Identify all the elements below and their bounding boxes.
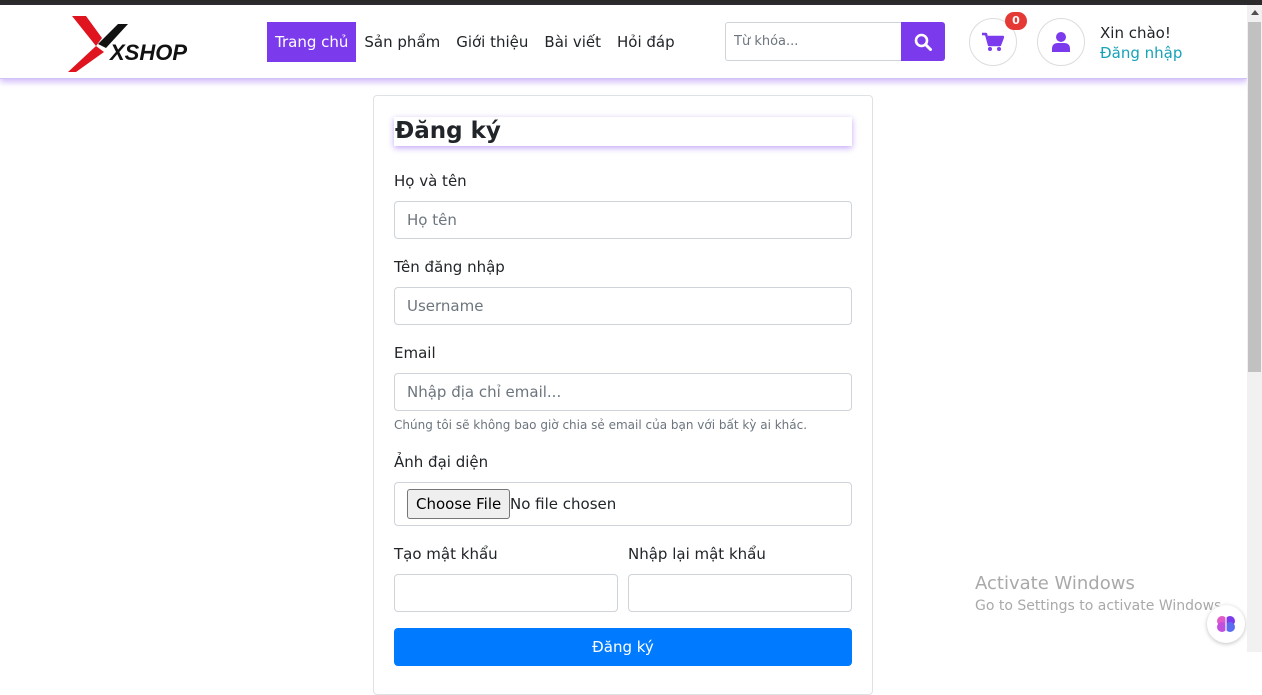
- email-label: Email: [394, 344, 436, 362]
- main-nav: Trang chủ Sản phẩm Giới thiệu Bài viết H…: [267, 22, 683, 62]
- choose-file-button[interactable]: Choose File: [407, 489, 511, 519]
- greeting-text: Xin chào!: [1100, 24, 1171, 42]
- logo-mark-icon: XSHOP: [68, 16, 187, 72]
- assistant-button[interactable]: [1207, 605, 1245, 643]
- scrollbar-thumb[interactable]: [1248, 22, 1261, 372]
- password-confirm-input[interactable]: [628, 574, 852, 612]
- password-input[interactable]: [394, 574, 618, 612]
- scrollbar[interactable]: [1247, 5, 1262, 652]
- search-button[interactable]: [901, 22, 945, 61]
- fullname-label: Họ và tên: [394, 172, 467, 190]
- cart-icon: [982, 32, 1004, 51]
- login-link[interactable]: Đăng nhập: [1100, 44, 1182, 62]
- nav-item-about[interactable]: Giới thiệu: [448, 22, 536, 62]
- page-title: Đăng ký: [394, 117, 852, 146]
- avatar-label: Ảnh đại diện: [394, 453, 489, 471]
- activation-watermark-title: Activate Windows: [975, 573, 1135, 594]
- nav-item-products[interactable]: Sản phẩm: [356, 22, 448, 62]
- nav-item-home[interactable]: Trang chủ: [267, 22, 357, 62]
- user-icon: [1052, 32, 1070, 52]
- register-button[interactable]: Đăng ký: [394, 628, 852, 666]
- logo[interactable]: XSHOP: [68, 16, 188, 72]
- brain-icon: [1217, 616, 1235, 632]
- scroll-up-arrow-icon[interactable]: [1251, 10, 1259, 15]
- file-status-text: No file chosen: [510, 495, 617, 513]
- search-icon: [914, 33, 932, 51]
- activation-watermark-subtitle: Go to Settings to activate Windows.: [975, 598, 1226, 614]
- search-input[interactable]: [725, 22, 901, 61]
- avatar-file-input: Choose File No file chosen: [394, 482, 852, 526]
- site-header: XSHOP Trang chủ Sản phẩm Giới thiệu Bài …: [0, 5, 1247, 79]
- account-button[interactable]: [1037, 18, 1085, 66]
- nav-item-faq[interactable]: Hỏi đáp: [609, 22, 683, 62]
- username-input[interactable]: [394, 287, 852, 325]
- email-input[interactable]: [394, 373, 852, 411]
- email-help-text: Chúng tôi sẽ không bao giờ chia sẻ email…: [394, 418, 808, 432]
- search-bar: [725, 22, 945, 61]
- fullname-input[interactable]: [394, 201, 852, 239]
- cart-count-badge: 0: [1005, 12, 1027, 30]
- username-label: Tên đăng nhập: [394, 258, 505, 276]
- password-confirm-label: Nhập lại mật khẩu: [628, 545, 766, 563]
- register-card: Đăng ký Họ và tên Tên đăng nhập Email Ch…: [373, 95, 873, 695]
- nav-item-posts[interactable]: Bài viết: [536, 22, 609, 62]
- password-label: Tạo mật khẩu: [394, 545, 498, 563]
- logo-text: XSHOP: [108, 40, 187, 65]
